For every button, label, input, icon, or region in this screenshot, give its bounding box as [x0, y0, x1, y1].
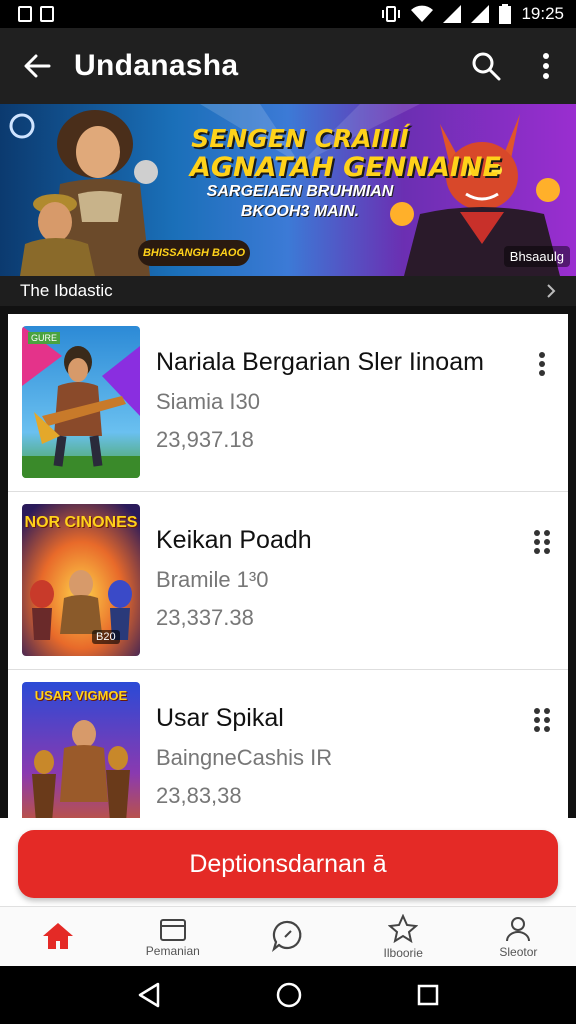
item-title: Usar Spikal	[156, 704, 284, 732]
nav-chat[interactable]	[230, 907, 345, 966]
item-info: Usar Spikal BaingneCashis IR 23,83,38	[156, 704, 516, 809]
more-vert-icon	[543, 53, 549, 79]
app-thumbnail: GURE	[22, 326, 140, 478]
item-price: 23,337.38	[156, 605, 254, 630]
section-title: The Ibdastic	[20, 281, 113, 300]
list-item[interactable]: NOR CINONES B20 Keikan Poadh Bramile 1³0…	[8, 492, 568, 670]
section-header[interactable]: The Ibdastic	[0, 276, 576, 306]
game-cover-art	[22, 326, 140, 478]
thumb-badge: B20	[92, 630, 120, 644]
item-subtitle: Siamia I30	[156, 389, 260, 414]
system-navigation-bar	[0, 966, 576, 1024]
home-circle-icon[interactable]	[275, 981, 303, 1009]
overflow-menu-button[interactable]	[516, 28, 576, 104]
item-title: Nariala Bergarian Sler Iinoam	[156, 348, 484, 376]
app-title: Undanasha	[74, 49, 239, 82]
drag-handle-icon	[534, 530, 550, 554]
search-button[interactable]	[456, 28, 516, 104]
list-item[interactable]: USAR VIGMOE Usar Spikal BaingneCashis IR…	[8, 670, 568, 834]
vibrate-icon	[382, 6, 401, 22]
back-triangle-icon[interactable]	[136, 981, 162, 1009]
nav-sleotor[interactable]: Sleotor	[461, 907, 576, 966]
banner-line-1: SENGEN CRAIIIÍ	[191, 124, 409, 153]
item-info: Keikan Poadh Bramile 1³0 23,337.38	[156, 526, 516, 631]
item-subtitle: Bramile 1³0	[156, 567, 269, 592]
battery-icon	[499, 4, 512, 24]
banner-line-3: SARGEIAEN BRUHMIAN	[206, 183, 394, 200]
item-subtitle: BaingneCashis IR	[156, 745, 333, 770]
nav-ilboorie[interactable]: Ilboorie	[346, 907, 461, 966]
banner-badge: Bhsaaulg	[503, 246, 570, 267]
app-bar: Undanasha	[0, 28, 576, 104]
list-item[interactable]: GURE Nariala Bergarian Sler Iinoam Siami…	[8, 314, 568, 492]
item-more-button[interactable]	[530, 348, 554, 380]
recents-square-icon[interactable]	[416, 983, 440, 1007]
back-button[interactable]	[0, 28, 74, 104]
nav-label: Sleotor	[499, 944, 538, 959]
star-icon	[388, 913, 419, 943]
bottom-navigation: Pemanian Ilboorie Sleotor	[0, 906, 576, 966]
thumb-label: USAR VIGMOE	[34, 688, 128, 703]
status-bar: 19:25	[0, 0, 576, 28]
wifi-icon	[411, 5, 434, 22]
signal-icon	[443, 5, 462, 23]
banner-line-4: BKOOH3 MAIN.	[240, 203, 360, 220]
signal-icon-2	[471, 5, 490, 23]
nav-pemanian[interactable]: Pemanian	[115, 907, 230, 966]
home-icon	[42, 922, 73, 949]
banner-line-2: AGNATAH GENNAINE	[190, 152, 501, 183]
banner-button[interactable]: BHISSANGH BAOO	[138, 240, 250, 266]
game-cover-art	[22, 682, 140, 834]
item-price: 23,937.18	[156, 427, 254, 452]
item-info: Nariala Bergarian Sler Iinoam Siamia I30…	[156, 348, 516, 453]
status-time: 19:25	[521, 4, 564, 23]
search-icon	[472, 52, 501, 81]
banner-headline: SENGEN CRAIIIÍ AGNATAH GENNAINE SARGEIAE…	[190, 124, 501, 222]
nav-label: Ilboorie	[383, 945, 423, 960]
status-right-icons: 19:25	[381, 4, 564, 24]
item-title: Keikan Poadh	[156, 526, 312, 554]
camera-notification-icon	[40, 6, 54, 22]
nav-label: Pemanian	[145, 943, 200, 958]
item-more-button[interactable]	[530, 526, 554, 558]
arrow-left-icon	[24, 54, 51, 78]
app-list: GURE Nariala Bergarian Sler Iinoam Siami…	[8, 314, 568, 834]
nav-home[interactable]	[0, 907, 115, 966]
primary-action-button[interactable]: Deptionsdarnan ā	[18, 830, 558, 898]
notification-icon	[18, 6, 32, 22]
promo-banner[interactable]: SENGEN CRAIIIÍ AGNATAH GENNAINE SARGEIAE…	[0, 104, 576, 276]
chevron-right-icon	[547, 284, 556, 298]
status-left-icons	[18, 6, 54, 22]
more-vert-icon	[539, 352, 545, 376]
thumb-label: NOR CINONES	[24, 514, 138, 531]
thumb-label: GURE	[28, 332, 61, 344]
app-thumbnail: NOR CINONES B20	[22, 504, 140, 656]
item-price: 23,83,38	[156, 783, 242, 808]
profile-icon	[506, 916, 531, 941]
app-thumbnail: USAR VIGMOE	[22, 682, 140, 834]
wallet-icon	[159, 918, 186, 941]
chat-icon	[271, 920, 302, 952]
drag-handle-icon	[534, 708, 550, 732]
item-more-button[interactable]	[530, 704, 554, 736]
